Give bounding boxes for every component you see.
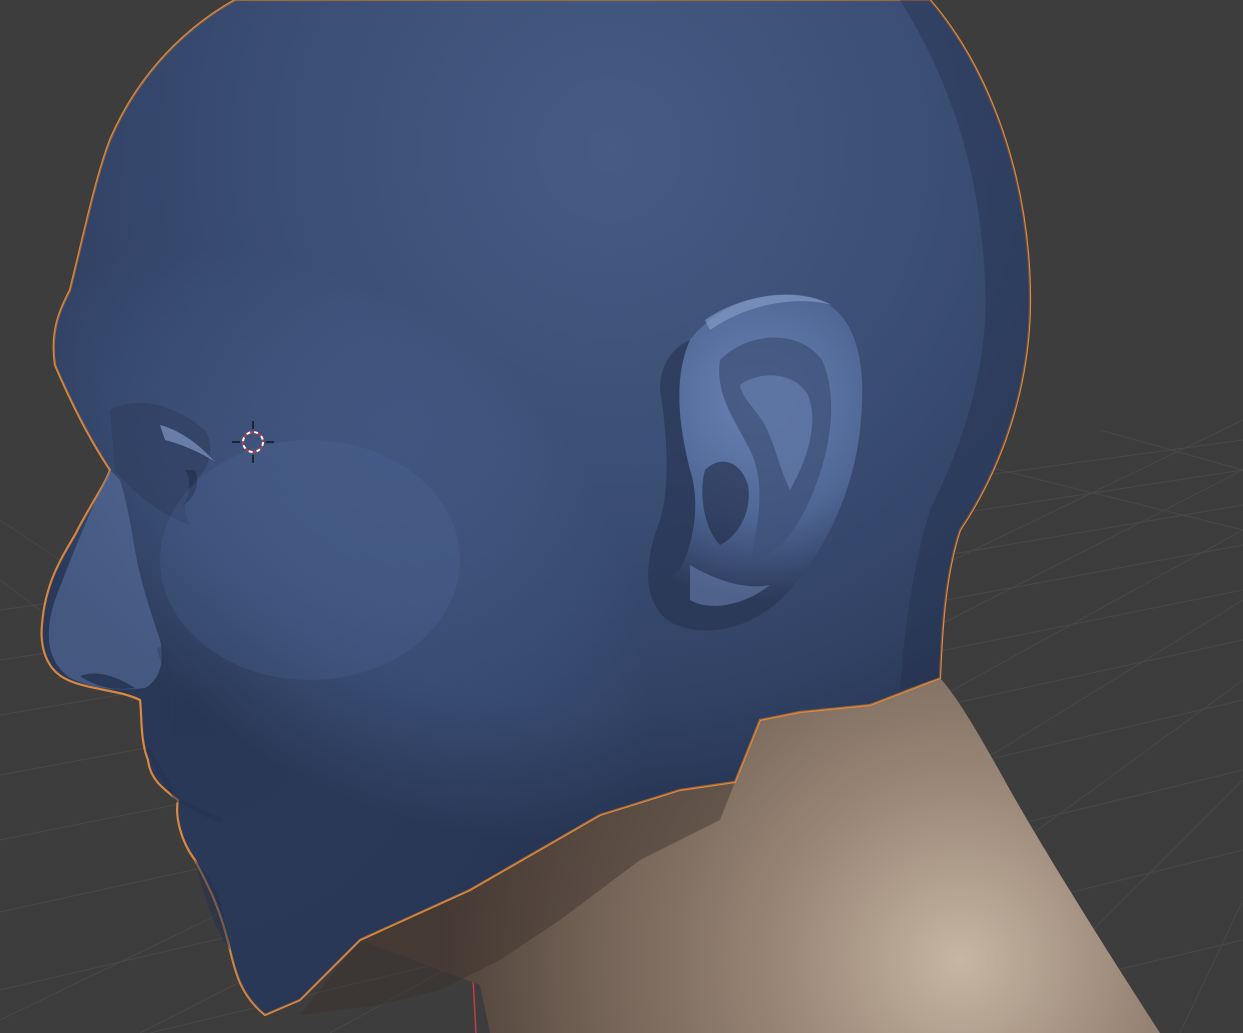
3d-viewport[interactable] (0, 0, 1243, 1033)
cheek-highlight (160, 440, 460, 680)
